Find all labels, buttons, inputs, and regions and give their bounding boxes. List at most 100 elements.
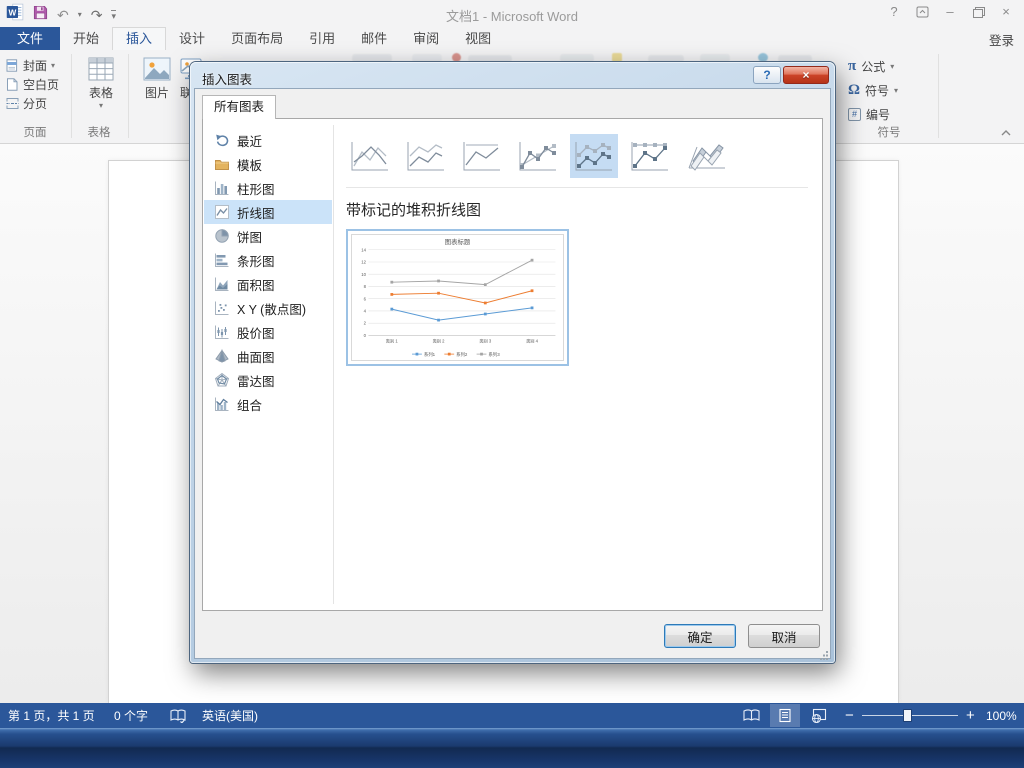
insert-chart-dialog: 插入图表 ? × 所有图表 最近 模板 柱形图 折线图 饼图 条形图 面积图 X Y (散点图… [190,62,835,663]
subtype-preview-label: 带标记的堆积折线图 [346,202,482,219]
read-mode-button[interactable] [736,704,766,727]
help-button[interactable]: ? [880,1,908,22]
dialog-category-bar[interactable]: 条形图 [204,248,332,272]
subtype-line-markers-icon[interactable] [514,134,562,178]
blank-page-icon [7,78,18,91]
dialog-category-surface[interactable]: 曲面图 [204,344,332,368]
dialog-category-column[interactable]: 柱形图 [204,176,332,200]
save-icon[interactable] [33,5,48,25]
print-layout-button[interactable] [770,704,800,727]
table-button[interactable]: 表格 ▾ [76,57,126,110]
tab-design[interactable]: 设计 [166,27,218,50]
tab-review[interactable]: 审阅 [400,27,452,50]
dialog-category-area[interactable]: 面积图 [204,272,332,296]
customize-qat-icon[interactable]: ▾ [111,9,117,20]
svg-text:6: 6 [364,296,367,301]
stock-chart-icon [214,324,230,340]
pie-chart-icon [214,228,230,244]
zoom-out-button[interactable]: − [845,703,854,728]
recent-icon [214,132,230,148]
collapse-ribbon-icon[interactable] [1000,124,1014,136]
redo-icon[interactable]: ↷ [91,6,103,24]
blank-page-button[interactable]: 空白页 [6,75,59,94]
undo-icon[interactable]: ↶ [57,6,69,24]
subtype-line-100-icon[interactable] [458,134,506,178]
tab-mailings[interactable]: 邮件 [348,27,400,50]
symbols-group-label: 符号 [877,127,901,139]
chart-preview[interactable]: 图表标题 0 2 4 6 8 10 12 14 类别 1 类别 2 类别 3 类别 4 系列1 系列2 系列3 [346,229,569,366]
close-button[interactable]: × [992,1,1020,22]
svg-text:12: 12 [361,260,366,265]
subtype-line-3d-icon[interactable] [682,134,730,178]
tab-home[interactable]: 开始 [60,27,112,50]
dialog-category-xy-scatter[interactable]: X Y (散点图) [204,296,332,320]
zoom-level[interactable]: 100% [986,703,1017,728]
equation-button[interactable]: π 公式 ▾ [848,56,894,76]
dialog-category-templates[interactable]: 模板 [204,152,332,176]
page-indicator[interactable]: 第 1 页，共 1 页 [8,703,95,728]
dialog-titlebar[interactable]: 插入图表 ? × [194,66,831,88]
tab-all-charts[interactable]: 所有图表 [202,95,277,119]
ribbon-display-options-button[interactable] [908,1,936,22]
line-chart-icon [214,204,230,220]
svg-text:系列2: 系列2 [456,351,468,358]
symbol-dropdown-icon: ▾ [894,85,899,95]
minimize-button[interactable]: – [936,1,964,22]
sign-in-link[interactable]: 登录 [989,30,1014,49]
svg-text:图表标题: 图表标题 [445,237,471,246]
ok-button[interactable]: 确定 [664,624,736,648]
subtype-stacked-line-icon[interactable] [402,134,450,178]
dialog-close-button[interactable]: × [783,66,829,84]
word-count[interactable]: 0 个字 [114,703,148,728]
web-layout-button[interactable] [804,704,834,727]
ribbon-tabs: 文件 开始 插入 设计 页面布局 引用 邮件 审阅 视图 [0,27,504,50]
dialog-category-line[interactable]: 折线图 [204,200,332,224]
chart-preview-svg: 图表标题 0 2 4 6 8 10 12 14 类别 1 类别 2 类别 3 类别 4 系列1 系列2 系列3 [351,234,564,361]
restore-button[interactable] [964,1,992,22]
omega-icon: Ω [848,81,861,98]
zoom-slider-thumb[interactable] [903,709,912,722]
word-logo-icon: W [6,3,24,26]
svg-text:类别 3: 类别 3 [479,337,492,344]
dialog-category-pie[interactable]: 饼图 [204,224,332,248]
cover-page-dropdown-icon: ▾ [51,61,56,70]
svg-text:类别 4: 类别 4 [526,337,539,344]
proofing-icon[interactable] [170,703,186,728]
dialog-category-radar[interactable]: 雷达图 [204,368,332,392]
number-button[interactable]: # 编号 [848,104,890,124]
tab-insert[interactable]: 插入 [112,27,167,50]
screen: W ↶ ▾ ↷ ▾ 文档1 - Microsoft Word ? – × 文件开… [0,0,1024,768]
zoom-in-button[interactable]: + [966,703,975,728]
tables-group-label: 表格 [87,127,111,139]
language-indicator[interactable]: 英语(美国) [202,703,258,728]
subtype-row [346,134,822,178]
tab-references[interactable]: 引用 [296,27,348,50]
subtype-stacked-line-markers-icon[interactable] [570,134,618,178]
dialog-help-button[interactable]: ? [753,66,781,84]
svg-text:2: 2 [364,321,367,326]
number-icon: # [848,107,861,121]
dialog-category-recent[interactable]: 最近 [204,128,332,152]
symbol-button[interactable]: Ω 符号 ▾ [848,80,898,100]
undo-dropdown-icon[interactable]: ▾ [78,10,82,19]
tab-page-layout[interactable]: 页面布局 [218,27,296,50]
subtype-line-icon[interactable] [346,134,394,178]
table-icon [88,57,114,81]
page-break-button[interactable]: 分页 [6,94,47,113]
templates-icon [214,156,230,172]
cancel-button[interactable]: 取消 [748,624,820,648]
dialog-panel: 最近 模板 柱形图 折线图 饼图 条形图 面积图 X Y (散点图) 股价图 曲面图 雷达图 组合 带… [202,118,823,611]
dialog-title: 插入图表 [202,73,253,87]
dialog-category-combo[interactable]: 组合 [204,392,332,416]
picture-button[interactable]: 图片 [134,57,180,101]
titlebar: W ↶ ▾ ↷ ▾ 文档1 - Microsoft Word ? – × [0,0,1024,27]
subtype-line-100-markers-icon[interactable] [626,134,674,178]
dialog-category-stock[interactable]: 股价图 [204,320,332,344]
cover-page-button[interactable]: 封面 ▾ [6,56,55,75]
taskbar: e W CH ? ▾ ▲ [0,728,1024,768]
resize-grip[interactable] [819,647,829,660]
equation-dropdown-icon: ▾ [890,61,895,71]
tab-view[interactable]: 视图 [452,27,504,50]
tab-file[interactable]: 文件 [0,27,61,50]
radar-chart-icon [214,372,230,388]
